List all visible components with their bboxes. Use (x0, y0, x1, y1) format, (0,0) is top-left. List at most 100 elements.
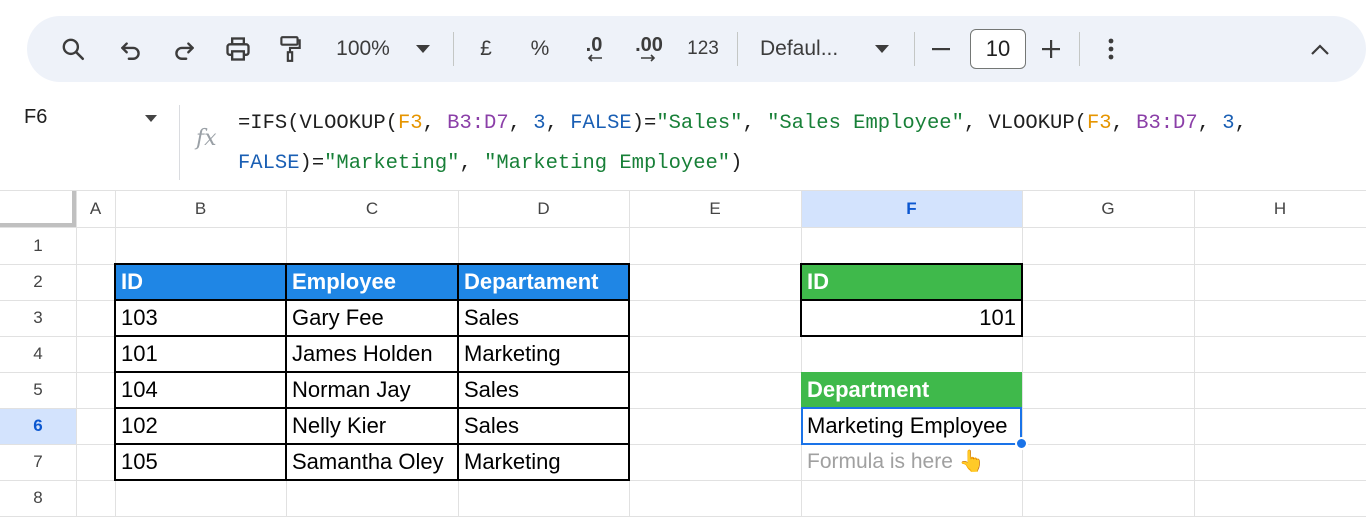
formula-text: , VLOOKUP( (963, 112, 1087, 135)
table-cell[interactable]: Sales (458, 408, 629, 444)
row-header-6[interactable]: 6 (0, 408, 76, 444)
lookup-id-label[interactable]: ID (801, 264, 1022, 300)
percent-button[interactable]: % (527, 16, 553, 82)
fx-icon: fx (196, 126, 217, 151)
formula-string: "Marketing" (324, 152, 460, 175)
collapse-toolbar-icon[interactable] (1307, 16, 1333, 82)
table-header-cell[interactable]: Departament (458, 264, 629, 300)
table-cell[interactable]: Norman Jay (286, 372, 458, 408)
print-icon[interactable] (219, 16, 257, 82)
toolbar-divider (737, 32, 738, 66)
toolbar-divider (453, 32, 454, 66)
table-cell[interactable]: Sales (458, 372, 629, 408)
table-cell[interactable]: Marketing (458, 444, 629, 480)
font-value: Defaul... (760, 37, 839, 60)
formula-text: ) (730, 152, 743, 175)
spreadsheet-grid[interactable]: A B C D E F G H 1 2 3 4 5 6 7 8 ID Emplo… (0, 190, 1366, 517)
column-header-c[interactable]: C (286, 190, 458, 227)
grid-line (0, 480, 1366, 481)
toolbar-divider (914, 32, 915, 66)
row-header-8[interactable]: 8 (0, 480, 76, 516)
table-cell[interactable]: Marketing (458, 336, 629, 372)
formula-string: "Sales Employee" (767, 112, 964, 135)
table-header-cell[interactable]: Employee (286, 264, 458, 300)
table-cell[interactable]: 103 (115, 300, 286, 336)
font-select[interactable]: Defaul... (760, 16, 856, 82)
formula-string: "Sales" (656, 112, 743, 135)
table-border (114, 299, 630, 301)
formula-number: 3 (1222, 112, 1235, 135)
lookup-dept-value[interactable]: Marketing Employee (801, 408, 1022, 444)
grid-line (0, 190, 1366, 191)
grid-line (76, 190, 77, 517)
row-header-5[interactable]: 5 (0, 372, 76, 408)
table-header-cell[interactable]: ID (115, 264, 286, 300)
decrease-decimal-label: .0 (585, 34, 603, 56)
formula-text: , (1111, 112, 1137, 135)
zoom-caret-icon[interactable] (413, 16, 433, 82)
column-header-a[interactable]: A (76, 190, 115, 227)
row-header-7[interactable]: 7 (0, 444, 76, 480)
decrease-font-size-icon[interactable] (929, 16, 955, 82)
formula-ref: F3 (397, 112, 423, 135)
decrease-decimal-button[interactable]: .0 (576, 16, 612, 82)
row-header-3[interactable]: 3 (0, 300, 76, 336)
zoom-select[interactable]: 100% (327, 16, 399, 82)
select-all-corner[interactable] (0, 190, 76, 227)
name-box[interactable]: F6 (24, 106, 47, 129)
table-cell[interactable]: Sales (458, 300, 629, 336)
undo-icon[interactable] (113, 16, 149, 82)
formula-range: B3:D7 (1136, 112, 1198, 135)
formula-string: "Marketing Employee" (484, 152, 731, 175)
column-header-f[interactable]: F (801, 190, 1022, 227)
formula-text: )= (631, 112, 657, 135)
fill-handle[interactable] (1015, 437, 1028, 450)
search-icon[interactable] (55, 16, 91, 82)
grid-line (1194, 190, 1195, 517)
font-caret-icon[interactable] (872, 16, 892, 82)
more-options-icon[interactable] (1101, 16, 1121, 82)
font-size-input[interactable]: 10 (970, 29, 1026, 69)
toolbar-divider (1079, 32, 1080, 66)
name-box-caret-icon[interactable] (145, 115, 157, 122)
formula-text: )= (299, 152, 325, 175)
formula-text: , (459, 152, 485, 175)
redo-icon[interactable] (166, 16, 202, 82)
table-cell[interactable]: Samantha Oley (286, 444, 458, 480)
more-formats-button[interactable]: 123 (682, 16, 724, 82)
column-header-h[interactable]: H (1194, 190, 1366, 227)
paint-format-icon[interactable] (272, 16, 308, 82)
grid-line (1022, 190, 1023, 517)
formula-range: B3:D7 (447, 112, 509, 135)
row-header-2[interactable]: 2 (0, 264, 76, 300)
table-cell[interactable]: James Holden (286, 336, 458, 372)
formula-text: , (1197, 112, 1223, 135)
increase-font-size-icon[interactable] (1038, 16, 1064, 82)
table-cell[interactable]: 104 (115, 372, 286, 408)
column-header-d[interactable]: D (458, 190, 629, 227)
table-cell[interactable]: 102 (115, 408, 286, 444)
table-border (114, 335, 630, 337)
table-cell[interactable]: 101 (115, 336, 286, 372)
currency-button[interactable]: £ (474, 16, 498, 82)
formula-text: , (742, 112, 768, 135)
lookup-id-border (800, 299, 1023, 301)
column-header-g[interactable]: G (1022, 190, 1194, 227)
column-header-b[interactable]: B (115, 190, 286, 227)
column-header-e[interactable]: E (629, 190, 801, 227)
formula-input[interactable]: =IFS(VLOOKUP(F3, B3:D7, 3, FALSE)="Sales… (238, 104, 1348, 184)
lookup-id-value[interactable]: 101 (801, 300, 1022, 336)
formula-text: , (545, 112, 571, 135)
grid-line (629, 190, 630, 517)
table-cell[interactable]: Nelly Kier (286, 408, 458, 444)
table-cell[interactable]: Gary Fee (286, 300, 458, 336)
table-cell[interactable]: 105 (115, 444, 286, 480)
table-border (114, 443, 630, 445)
row-header-1[interactable]: 1 (0, 228, 76, 264)
lookup-dept-label[interactable]: Department (801, 372, 1022, 408)
grid-line (0, 227, 1366, 228)
arrow-right-icon (641, 54, 656, 62)
increase-decimal-button[interactable]: .00 (629, 16, 669, 82)
row-header-4[interactable]: 4 (0, 336, 76, 372)
formula-note[interactable]: Formula is here 👆 (801, 444, 1022, 480)
